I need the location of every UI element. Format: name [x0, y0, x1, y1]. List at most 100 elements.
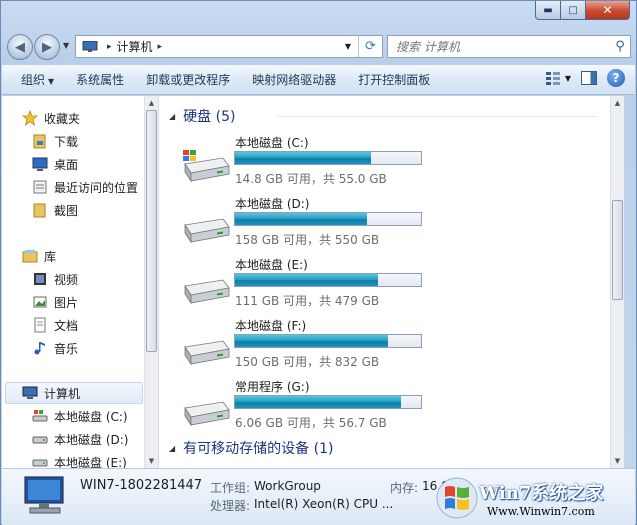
- nav-libraries-label: 库: [44, 249, 57, 264]
- uninstall-program-button[interactable]: 卸载或更改程序: [135, 71, 241, 88]
- nav-desktop-label: 桌面: [54, 157, 79, 172]
- star-icon: [22, 110, 38, 126]
- scroll-up-arrow-icon[interactable]: ▲: [145, 96, 158, 110]
- minimize-button[interactable]: ▬: [535, 1, 561, 20]
- back-button[interactable]: ◀: [7, 34, 33, 60]
- music-icon: [34, 342, 45, 355]
- search-input[interactable]: [396, 39, 610, 54]
- cpu-label: 处理器:: [210, 499, 251, 513]
- drive-name: 本地磁盘 (C:): [235, 136, 309, 150]
- hard-drive-icon: [184, 218, 230, 244]
- drive-usage-bar: [234, 395, 422, 409]
- document-icon: [34, 317, 46, 333]
- drive-name: 常用程序 (G:): [235, 380, 310, 394]
- breadcrumb-computer[interactable]: 计算机: [117, 38, 153, 55]
- explorer-window: ▬ □ ✕ ◀ ▶ ▼ ▸ 计算机 ▸ ▼ ⟳ ⚲ 组织▼ 系统属性 卸载或更改…: [0, 0, 637, 525]
- nav-pictures-label: 图片: [54, 295, 79, 310]
- nav-favorites[interactable]: 收藏夹: [2, 107, 80, 129]
- nav-drive-d[interactable]: 本地磁盘 (D:): [2, 428, 128, 450]
- drive-name: 本地磁盘 (F:): [235, 319, 307, 333]
- watermark: Win7系统之家 Www.Winwin7.com: [435, 475, 631, 523]
- nav-documents-label: 文档: [54, 318, 79, 333]
- collapse-triangle-icon[interactable]: ◢: [169, 112, 175, 121]
- drive-tile[interactable]: 本地磁盘 (C:) 14.8 GB 可用，共 55.0 GB: [179, 134, 599, 192]
- removable-group-label: 有可移动存储的设备 (1): [183, 441, 334, 457]
- scroll-up-arrow-icon[interactable]: ▲: [611, 96, 624, 110]
- navigation-scrollbar[interactable]: ▲ ▼: [144, 96, 158, 468]
- refresh-button[interactable]: ⟳: [358, 36, 382, 57]
- drive-tile[interactable]: 本地磁盘 (D:) 158 GB 可用，共 550 GB: [179, 195, 599, 253]
- address-separator[interactable]: ▸: [107, 42, 112, 52]
- drive-tile[interactable]: 常用程序 (G:) 6.06 GB 可用，共 56.7 GB: [179, 378, 599, 436]
- nav-recent-places[interactable]: 最近访问的位置: [2, 176, 138, 198]
- folder-icon: [33, 203, 46, 218]
- navigation-pane: 收藏夹 下载 桌面 最近访问的位置 截图 库 视频 图片 文档 音乐 计算机 本…: [2, 96, 144, 468]
- recent-places-icon: [33, 180, 47, 194]
- drive-usage-fill: [235, 396, 401, 408]
- system-drive-icon: [183, 150, 230, 183]
- desktop-icon: [32, 157, 48, 171]
- drive-usage-fill: [235, 335, 388, 347]
- close-button[interactable]: ✕: [586, 1, 630, 20]
- nav-libraries[interactable]: 库: [2, 245, 56, 267]
- organize-button[interactable]: 组织 ▼: [10, 71, 65, 88]
- scrollbar-thumb[interactable]: [612, 200, 623, 300]
- nav-documents[interactable]: 文档: [2, 314, 78, 336]
- system-properties-button[interactable]: 系统属性: [65, 71, 135, 88]
- hard-drive-icon: [184, 279, 230, 305]
- scrollbar-thumb[interactable]: [146, 110, 157, 352]
- computer-icon: [22, 386, 38, 399]
- drive-name: 本地磁盘 (E:): [235, 258, 308, 272]
- drive-tile[interactable]: 本地磁盘 (F:) 150 GB 可用，共 832 GB: [179, 317, 599, 375]
- drive-space-info: 111 GB 可用，共 479 GB: [235, 294, 380, 308]
- nav-videos[interactable]: 视频: [2, 268, 78, 290]
- search-icon[interactable]: ⚲: [610, 39, 630, 54]
- nav-downloads[interactable]: 下载: [2, 130, 78, 152]
- hard-disks-group-header[interactable]: ◢ 硬盘 (5): [169, 106, 597, 126]
- hard-drive-icon: [32, 436, 48, 444]
- details-pane: WIN7-1802281447 工作组: WorkGroup 内存: 16.0 …: [2, 468, 635, 525]
- recent-pages-dropdown[interactable]: ▼: [63, 41, 69, 50]
- view-options-chevron-icon[interactable]: ▼: [565, 74, 571, 83]
- cpu-value: Intel(R) Xeon(R) CPU ...: [254, 497, 394, 511]
- nav-computer-label: 计算机: [44, 386, 81, 401]
- scroll-down-arrow-icon[interactable]: ▼: [611, 454, 624, 468]
- address-bar[interactable]: ▸ 计算机 ▸ ▼ ⟳: [75, 35, 383, 58]
- help-icon[interactable]: ?: [607, 69, 625, 87]
- nav-pictures[interactable]: 图片: [2, 291, 78, 313]
- search-box[interactable]: ⚲: [387, 35, 631, 58]
- nav-desktop[interactable]: 桌面: [2, 153, 78, 175]
- preview-pane-icon[interactable]: [581, 71, 597, 85]
- nav-screenshots-label: 截图: [54, 203, 79, 218]
- map-network-drive-button[interactable]: 映射网络驱动器: [241, 71, 347, 88]
- hard-drive-icon: [32, 459, 48, 467]
- drive-name: 本地磁盘 (D:): [235, 197, 310, 211]
- content-scrollbar[interactable]: ▲ ▼: [610, 96, 624, 468]
- nav-downloads-label: 下载: [54, 134, 79, 149]
- library-icon: [22, 250, 38, 263]
- drive-space-info: 158 GB 可用，共 550 GB: [235, 233, 380, 247]
- nav-music[interactable]: 音乐: [2, 337, 78, 359]
- maximize-button[interactable]: □: [561, 1, 586, 20]
- window-controls: ▬ □ ✕: [535, 1, 630, 20]
- drive-usage-fill: [235, 274, 379, 286]
- address-history-dropdown[interactable]: ▼: [340, 36, 356, 57]
- nav-screenshots[interactable]: 截图: [2, 199, 78, 221]
- scroll-down-arrow-icon[interactable]: ▼: [145, 454, 158, 468]
- drive-space-info: 6.06 GB 可用，共 56.7 GB: [235, 416, 387, 430]
- open-control-panel-button[interactable]: 打开控制面板: [347, 71, 441, 88]
- address-separator[interactable]: ▸: [158, 42, 163, 52]
- nav-drive-e[interactable]: 本地磁盘 (E:): [2, 451, 127, 468]
- drive-usage-fill: [235, 152, 371, 164]
- collapse-triangle-icon[interactable]: ◢: [169, 444, 175, 453]
- nav-computer[interactable]: 计算机: [5, 382, 143, 404]
- nav-drive-d-label: 本地磁盘 (D:): [54, 432, 129, 447]
- workgroup-value: WorkGroup: [254, 479, 321, 493]
- drive-usage-fill: [235, 213, 368, 225]
- removable-group-header[interactable]: ◢ 有可移动存储的设备 (1): [169, 438, 333, 458]
- forward-button[interactable]: ▶: [34, 34, 60, 60]
- drive-tile[interactable]: 本地磁盘 (E:) 111 GB 可用，共 479 GB: [179, 256, 599, 314]
- nav-drive-c[interactable]: 本地磁盘 (C:): [2, 405, 128, 427]
- nav-favorites-label: 收藏夹: [44, 111, 81, 126]
- change-view-icon[interactable]: [545, 71, 561, 85]
